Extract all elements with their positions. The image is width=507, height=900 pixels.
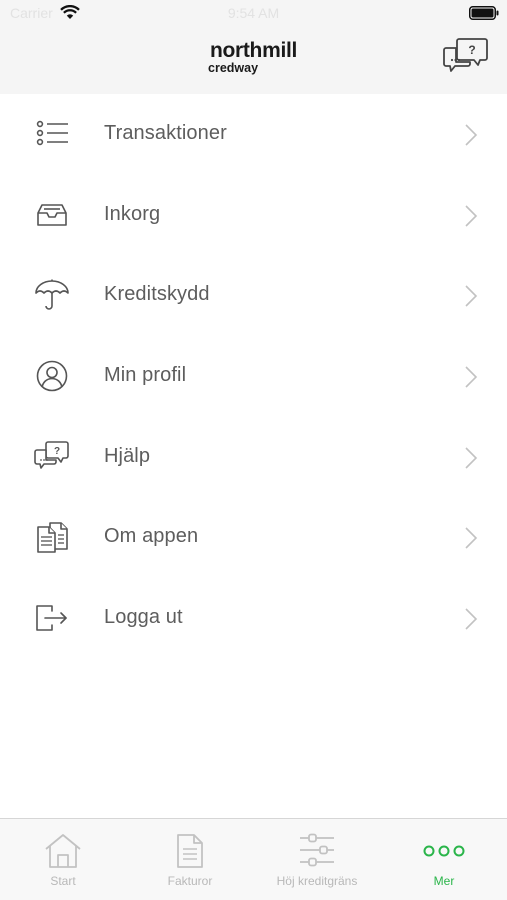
- tab-label: Start: [50, 874, 76, 888]
- tab-bar: Start Fakturor Höj kreditgräns Mer: [0, 818, 507, 900]
- menu-item-label: Kreditskydd: [104, 283, 210, 306]
- chevron-right-icon: [465, 608, 478, 630]
- svg-text:?: ?: [468, 43, 475, 57]
- status-time: 9:54 AM: [227, 5, 280, 21]
- help-chat-button[interactable]: ?: [443, 36, 489, 74]
- documents-icon: [37, 522, 68, 554]
- invoice-icon: [177, 834, 203, 868]
- chevron-right-icon: [465, 366, 478, 388]
- tab-label: Höj kreditgräns: [276, 874, 358, 888]
- menu-item-label: Logga ut: [104, 606, 183, 629]
- status-bar: Carrier 9:54 AM: [0, 0, 507, 26]
- chevron-right-icon: [465, 447, 478, 469]
- header: Carrier 9:54 AM northmill credway ?: [0, 0, 507, 94]
- chevron-right-icon: [465, 285, 478, 307]
- svg-text:?: ?: [54, 446, 60, 457]
- menu-item-min-profil[interactable]: Min profil: [0, 336, 507, 417]
- profile-icon: [36, 360, 68, 392]
- umbrella-icon: [35, 279, 69, 311]
- menu-item-label: Inkorg: [104, 202, 161, 225]
- list-icon: [36, 120, 68, 146]
- logo-credway: credway: [208, 61, 259, 75]
- menu-item-om-appen[interactable]: Om appen: [0, 497, 507, 578]
- logout-icon: [36, 605, 67, 631]
- tab-label: Mer: [433, 874, 455, 888]
- menu-item-inkorg[interactable]: Inkorg: [0, 175, 507, 256]
- battery-icon: [469, 6, 499, 25]
- menu-item-label: Om appen: [104, 525, 199, 548]
- more-menu: Transaktioner Inkorg Kreditskydd Min pro…: [0, 94, 507, 659]
- tab-fakturor[interactable]: Fakturor: [127, 819, 253, 900]
- chevron-right-icon: [465, 205, 478, 227]
- menu-item-label: Min profil: [104, 364, 187, 387]
- tab-hoj-kreditgrans[interactable]: Höj kreditgräns: [254, 819, 380, 900]
- logo-northmill: northmill: [209, 39, 298, 62]
- inbox-icon: [37, 203, 67, 226]
- menu-item-kreditskydd[interactable]: Kreditskydd: [0, 255, 507, 336]
- tab-label: Fakturor: [167, 874, 213, 888]
- chat-question-icon: ?: [443, 38, 488, 72]
- tab-start[interactable]: Start: [0, 819, 126, 900]
- menu-item-label: Hjälp: [104, 444, 151, 467]
- sliders-icon: [300, 833, 334, 867]
- menu-item-transaktioner[interactable]: Transaktioner: [0, 94, 507, 175]
- tab-mer[interactable]: Mer: [381, 819, 507, 900]
- menu-item-label: Transaktioner: [104, 122, 227, 144]
- chevron-right-icon: [465, 527, 478, 550]
- menu-item-logga-ut[interactable]: Logga ut: [0, 578, 507, 659]
- app-logo: northmill credway: [0, 39, 507, 74]
- chevron-right-icon: [465, 124, 478, 146]
- help-chat-icon: ?: [34, 440, 69, 469]
- home-icon: [45, 834, 81, 868]
- more-dots-icon: [423, 845, 465, 857]
- menu-item-hjalp[interactable]: ? Hjälp: [0, 417, 507, 498]
